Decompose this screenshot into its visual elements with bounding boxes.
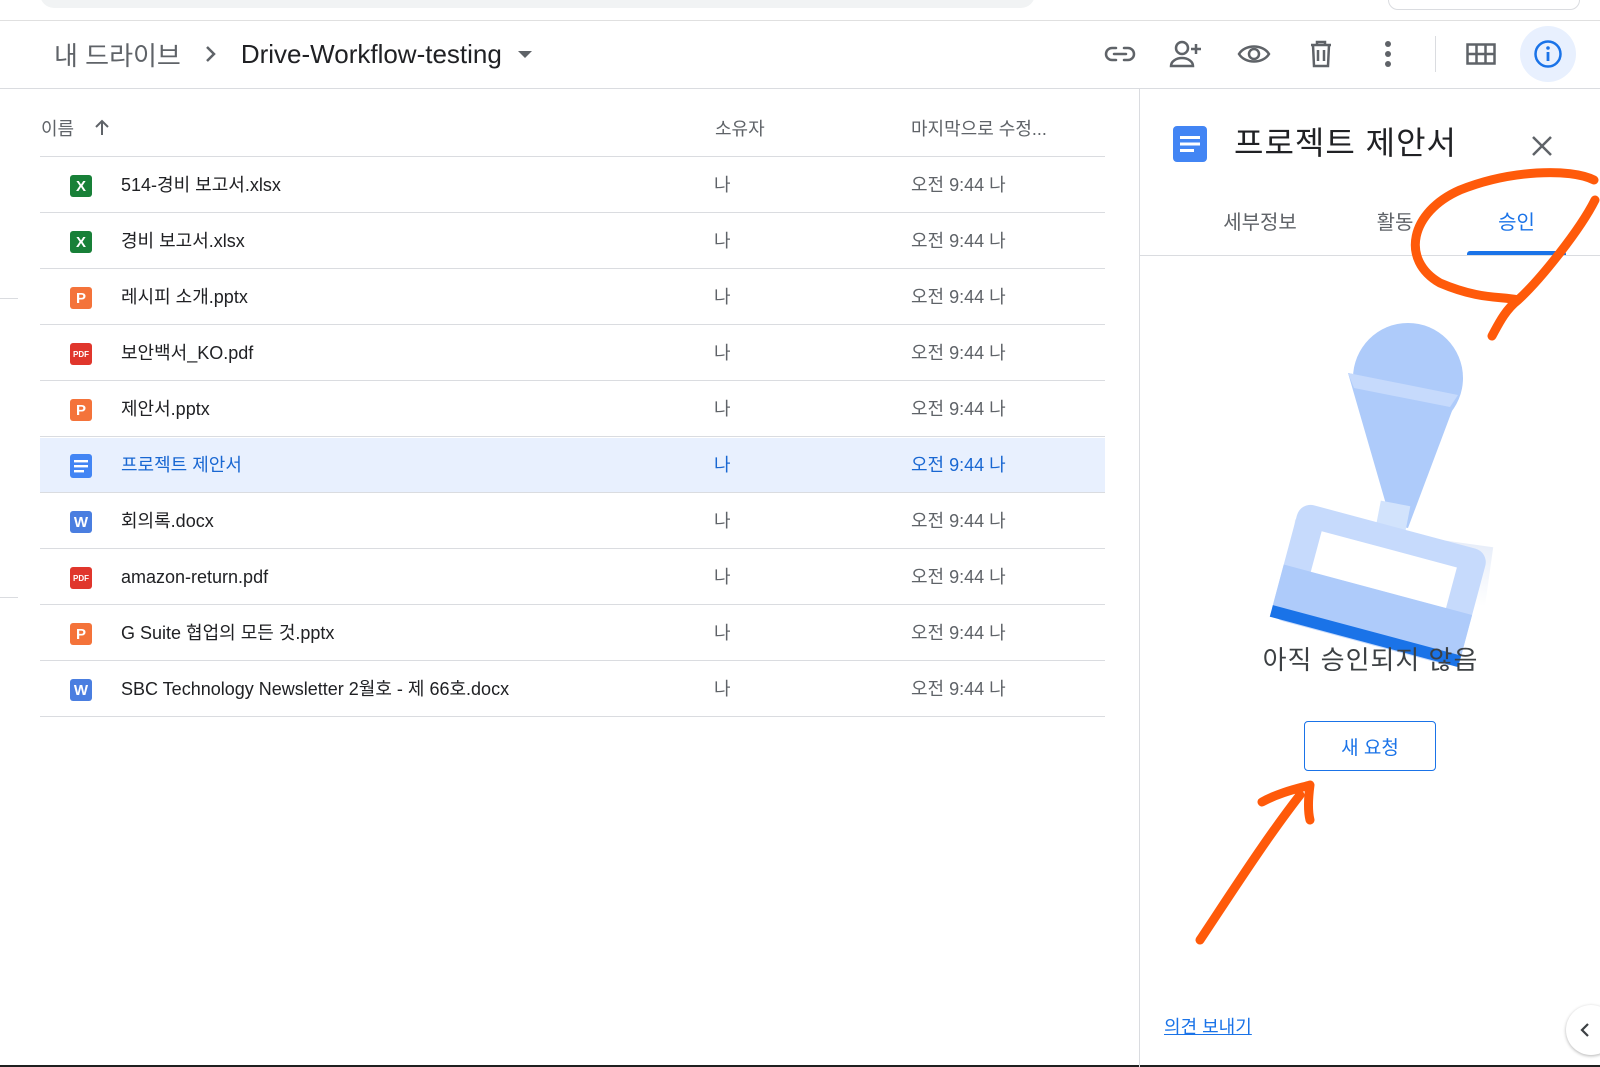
file-modified: 오전 9:44 나 bbox=[911, 679, 1006, 699]
excel-icon: X bbox=[70, 231, 92, 253]
toolbar-divider bbox=[1435, 36, 1436, 72]
search-bar[interactable] bbox=[40, 0, 1035, 8]
file-modified: 오전 9:44 나 bbox=[911, 175, 1006, 195]
breadcrumb: 내 드라이브 Drive-Workflow-testing bbox=[54, 34, 532, 74]
table-row[interactable]: P 레시피 소개.pptx 나 오전 9:44 나 bbox=[40, 270, 1105, 325]
file-owner: 나 bbox=[714, 511, 731, 531]
account-area[interactable] bbox=[1388, 0, 1580, 10]
pdf-icon: PDF bbox=[70, 343, 92, 365]
file-owner: 나 bbox=[714, 287, 731, 307]
send-feedback-link[interactable]: 의견 보내기 bbox=[1164, 1013, 1252, 1039]
sidebar-edge bbox=[0, 298, 18, 299]
tab-activity[interactable]: 활동 bbox=[1345, 206, 1445, 236]
table-row[interactable]: X 514-경비 보고서.xlsx 나 오전 9:44 나 bbox=[40, 158, 1105, 213]
file-name: G Suite 협업의 모든 것.pptx bbox=[121, 623, 335, 643]
caret-down-icon[interactable] bbox=[517, 50, 532, 58]
new-request-button[interactable]: 새 요청 bbox=[1304, 721, 1436, 771]
file-owner: 나 bbox=[714, 399, 731, 419]
details-button[interactable] bbox=[1520, 26, 1576, 82]
grid-view-icon bbox=[1466, 43, 1496, 65]
get-link-button[interactable] bbox=[1096, 30, 1144, 78]
panel-title: 프로젝트 제안서 bbox=[1234, 125, 1457, 161]
table-row[interactable]: P 제안서.pptx 나 오전 9:44 나 bbox=[40, 382, 1105, 437]
table-row[interactable]: W SBC Technology Newsletter 2월호 - 제 66호.d… bbox=[40, 662, 1105, 717]
table-row[interactable]: PDF amazon-return.pdf 나 오전 9:44 나 bbox=[40, 550, 1105, 605]
file-modified: 오전 9:44 나 bbox=[911, 455, 1006, 475]
breadcrumb-my-drive[interactable]: 내 드라이브 bbox=[54, 36, 181, 73]
column-header-name[interactable]: 이름 bbox=[41, 114, 111, 144]
grid-view-button[interactable] bbox=[1457, 30, 1505, 78]
arrow-up-icon[interactable] bbox=[93, 119, 111, 137]
file-owner: 나 bbox=[714, 455, 731, 475]
table-row[interactable]: P G Suite 협업의 모든 것.pptx 나 오전 9:44 나 bbox=[40, 606, 1105, 661]
link-icon bbox=[1104, 46, 1136, 62]
file-modified: 오전 9:44 나 bbox=[911, 567, 1006, 587]
file-modified: 오전 9:44 나 bbox=[911, 231, 1006, 251]
not-approved-message: 아직 승인되지 않음 bbox=[1262, 645, 1479, 675]
file-name: 프로젝트 제안서 bbox=[121, 455, 242, 475]
close-icon bbox=[1532, 136, 1552, 156]
file-name: 제안서.pptx bbox=[121, 399, 210, 419]
file-name: 회의록.docx bbox=[121, 511, 214, 531]
file-name: 514-경비 보고서.xlsx bbox=[121, 175, 281, 195]
google-docs-icon bbox=[1173, 126, 1207, 167]
approval-stamp-illustration bbox=[1250, 303, 1500, 688]
sidebar-edge bbox=[0, 597, 18, 598]
tab-details[interactable]: 세부정보 bbox=[1190, 206, 1330, 236]
table-row[interactable]: 프로젝트 제안서 나 오전 9:44 나 bbox=[40, 438, 1105, 493]
file-name: SBC Technology Newsletter 2월호 - 제 66호.do… bbox=[121, 679, 510, 699]
file-modified: 오전 9:44 나 bbox=[911, 511, 1006, 531]
powerpoint-icon: P bbox=[70, 623, 92, 645]
column-header-divider bbox=[40, 156, 1105, 157]
file-name: amazon-return.pdf bbox=[121, 567, 269, 587]
chevron-left-icon bbox=[1580, 1023, 1589, 1037]
file-owner: 나 bbox=[714, 567, 731, 587]
chevron-right-icon bbox=[195, 34, 227, 74]
pdf-icon: PDF bbox=[70, 567, 92, 589]
file-name: 레시피 소개.pptx bbox=[121, 287, 248, 307]
add-person-icon bbox=[1169, 40, 1201, 68]
more-actions-button[interactable] bbox=[1364, 30, 1412, 78]
file-owner: 나 bbox=[714, 623, 731, 643]
google-docs-icon bbox=[70, 454, 92, 478]
close-panel-button[interactable] bbox=[1522, 126, 1562, 166]
column-header-owner[interactable]: 소유자 bbox=[715, 114, 765, 144]
eye-icon bbox=[1237, 45, 1271, 63]
file-name: 보안백서_KO.pdf bbox=[121, 343, 254, 363]
file-modified: 오전 9:44 나 bbox=[911, 399, 1006, 419]
table-row[interactable]: X 경비 보고서.xlsx 나 오전 9:44 나 bbox=[40, 214, 1105, 269]
top-divider bbox=[0, 20, 1600, 21]
file-modified: 오전 9:44 나 bbox=[911, 287, 1006, 307]
file-modified: 오전 9:44 나 bbox=[911, 343, 1006, 363]
trash-icon bbox=[1311, 40, 1331, 68]
tabs-divider bbox=[1140, 255, 1600, 256]
column-label: 이름 bbox=[41, 119, 75, 139]
file-owner: 나 bbox=[714, 231, 731, 251]
powerpoint-icon: P bbox=[70, 287, 92, 309]
delete-button[interactable] bbox=[1297, 30, 1345, 78]
details-panel: 프로젝트 제안서 세부정보 활동 승인 아직 승인되지 않음 새 요청 의견 보… bbox=[1139, 88, 1600, 1067]
column-header-modified[interactable]: 마지막으로 수정... bbox=[911, 114, 1047, 144]
info-icon bbox=[1534, 40, 1562, 68]
excel-icon: X bbox=[70, 175, 92, 197]
word-icon: W bbox=[70, 511, 92, 533]
file-owner: 나 bbox=[714, 175, 731, 195]
table-row[interactable]: PDF 보안백서_KO.pdf 나 오전 9:44 나 bbox=[40, 326, 1105, 381]
breadcrumb-current-folder[interactable]: Drive-Workflow-testing bbox=[241, 39, 502, 70]
file-modified: 오전 9:44 나 bbox=[911, 623, 1006, 643]
preview-button[interactable] bbox=[1230, 30, 1278, 78]
file-name: 경비 보고서.xlsx bbox=[121, 231, 245, 251]
word-icon: W bbox=[70, 679, 92, 701]
tab-approvals[interactable]: 승인 bbox=[1467, 206, 1566, 236]
file-owner: 나 bbox=[714, 679, 731, 699]
more-vert-icon bbox=[1385, 41, 1391, 67]
powerpoint-icon: P bbox=[70, 399, 92, 421]
table-row[interactable]: W 회의록.docx 나 오전 9:44 나 bbox=[40, 494, 1105, 549]
file-owner: 나 bbox=[714, 343, 731, 363]
share-button[interactable] bbox=[1162, 30, 1210, 78]
